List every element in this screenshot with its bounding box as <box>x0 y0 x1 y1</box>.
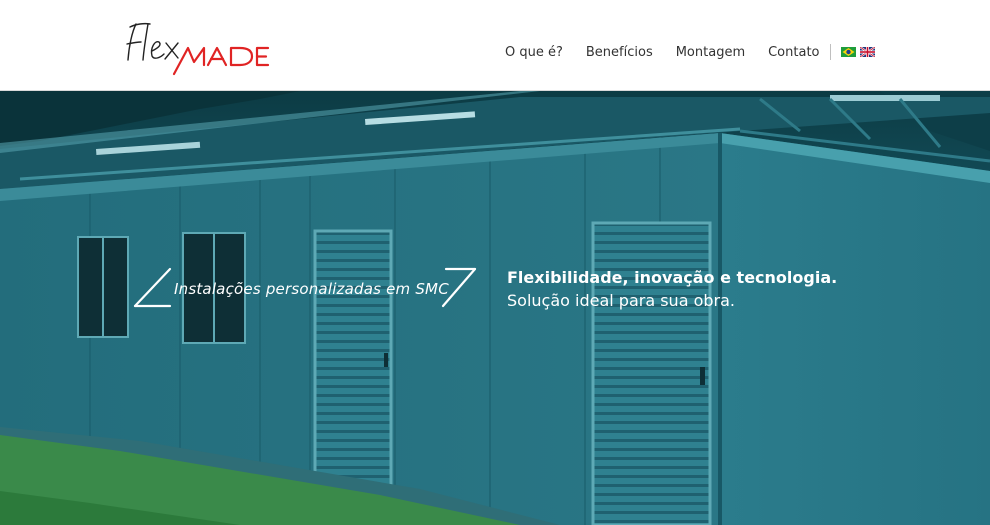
nav-item-montagem[interactable]: Montagem <box>676 45 745 60</box>
brand-logo[interactable]: FlexMADE <box>122 18 292 78</box>
hero-subline: Solução ideal para sua obra. <box>507 291 735 310</box>
tagline-block: Instalações personalizadas em SMC <box>130 266 480 316</box>
hero-banner: Instalações personalizadas em SMC Flexib… <box>0 91 990 525</box>
uk-flag-icon[interactable] <box>859 47 875 57</box>
nav-item-o-que-e[interactable]: O que é? <box>505 45 563 60</box>
hero-headline: Flexibilidade, inovação e tecnologia. <box>507 268 838 287</box>
main-nav: O que é? Benefícios Montagem Contato <box>505 38 879 66</box>
nav-item-beneficios[interactable]: Benefícios <box>586 45 653 60</box>
flexmade-logo-icon <box>126 22 270 76</box>
site-header: FlexMADE O que é? <box>0 0 990 91</box>
nav-divider <box>829 44 831 60</box>
brazil-flag-icon[interactable] <box>840 47 856 57</box>
hero-tagline: Instalações personalizadas em SMC <box>174 280 449 298</box>
nav-item-contato[interactable]: Contato <box>768 45 819 60</box>
